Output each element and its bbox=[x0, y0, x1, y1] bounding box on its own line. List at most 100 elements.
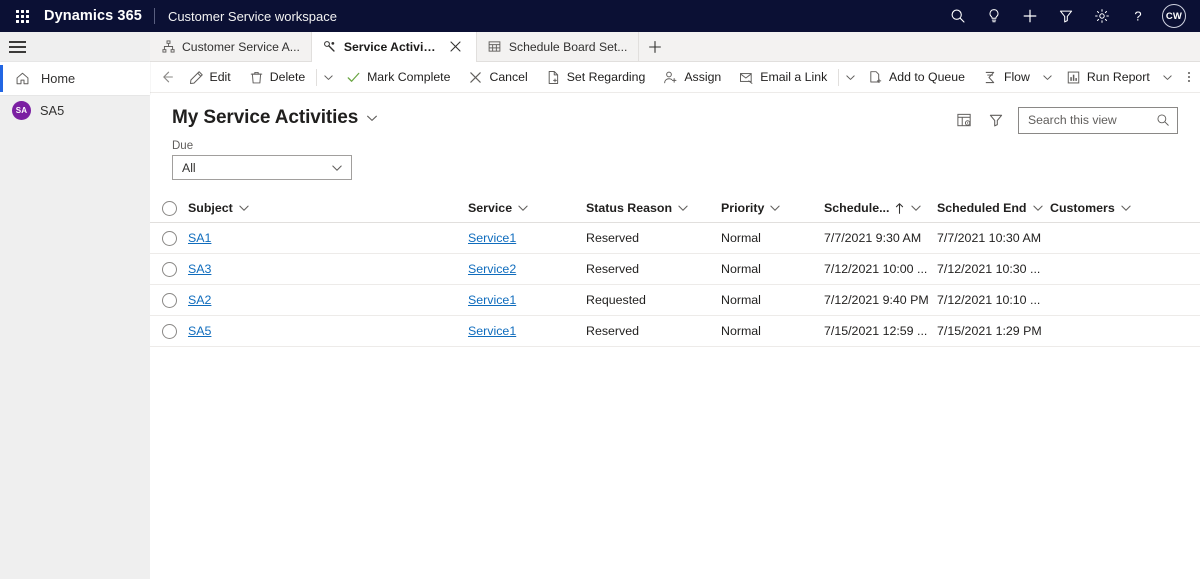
set-regarding-button[interactable]: Set Regarding bbox=[537, 62, 655, 92]
subject-link[interactable]: SA1 bbox=[188, 231, 211, 245]
column-menu-button[interactable] bbox=[1120, 202, 1132, 214]
sidebar-item-home[interactable]: Home bbox=[0, 62, 150, 95]
search-this-view[interactable] bbox=[1018, 106, 1178, 134]
waffle-icon bbox=[15, 9, 29, 23]
brand-title[interactable]: Dynamics 365 bbox=[44, 8, 154, 24]
more-commands-button[interactable] bbox=[1179, 62, 1200, 92]
delete-dropdown-button[interactable] bbox=[319, 62, 337, 92]
edit-filters-button[interactable] bbox=[980, 105, 1012, 135]
pencil-icon bbox=[189, 70, 204, 85]
assign-button[interactable]: Assign bbox=[654, 62, 730, 92]
insights-button[interactable] bbox=[976, 0, 1012, 32]
select-all-radio[interactable] bbox=[161, 200, 177, 216]
chevron-down-icon bbox=[1032, 205, 1043, 211]
sidebar-item-sa5[interactable]: SA SA5 bbox=[0, 95, 150, 126]
main-content: Edit Delete Mark Complete Cancel Set Reg… bbox=[150, 62, 1200, 579]
flow-button[interactable]: Flow bbox=[974, 62, 1039, 92]
column-header-status-reason[interactable]: Status Reason bbox=[586, 201, 721, 215]
app-body: Home SA SA5 Edit Delete Mark Complete Ca… bbox=[0, 62, 1200, 579]
column-menu-button[interactable] bbox=[238, 202, 250, 214]
row-select-radio[interactable] bbox=[161, 323, 177, 339]
sidebar-toggle-button[interactable] bbox=[0, 32, 150, 62]
column-menu-button[interactable] bbox=[910, 202, 922, 214]
table-row[interactable]: SA3 Service2 Reserved Normal 7/12/2021 1… bbox=[150, 254, 1200, 285]
row-select-radio[interactable] bbox=[161, 230, 177, 246]
row-select-cell[interactable] bbox=[150, 261, 188, 277]
command-bar: Edit Delete Mark Complete Cancel Set Reg… bbox=[150, 62, 1200, 93]
column-label: Scheduled End bbox=[937, 201, 1027, 215]
cell-priority: Normal bbox=[721, 293, 761, 307]
run-report-dropdown-button[interactable] bbox=[1159, 62, 1177, 92]
email-a-link-dropdown-button[interactable] bbox=[841, 62, 859, 92]
row-select-radio[interactable] bbox=[161, 261, 177, 277]
app-launcher-button[interactable] bbox=[0, 0, 44, 32]
subject-link[interactable]: SA5 bbox=[188, 324, 211, 338]
new-tab-button[interactable] bbox=[639, 32, 671, 61]
button-label: Flow bbox=[1003, 70, 1030, 84]
column-menu-button[interactable] bbox=[677, 202, 689, 214]
column-header-service[interactable]: Service bbox=[468, 201, 586, 215]
help-button[interactable]: ? bbox=[1120, 0, 1156, 32]
due-filter: Due All bbox=[150, 129, 1200, 180]
user-avatar[interactable]: CW bbox=[1162, 4, 1186, 28]
table-row[interactable]: SA2 Service1 Requested Normal 7/12/2021 … bbox=[150, 285, 1200, 316]
column-menu-button[interactable] bbox=[517, 202, 529, 214]
column-header-scheduled-end[interactable]: Scheduled End bbox=[937, 201, 1050, 215]
top-navigation-bar: Dynamics 365 Customer Service workspace bbox=[0, 0, 1200, 32]
hamburger-icon bbox=[9, 41, 26, 53]
cell-subject: SA5 bbox=[188, 324, 468, 338]
table-row[interactable]: SA5 Service1 Reserved Normal 7/15/2021 1… bbox=[150, 316, 1200, 347]
search-input[interactable] bbox=[1028, 113, 1156, 127]
service-link[interactable]: Service1 bbox=[468, 324, 516, 338]
button-label: Edit bbox=[209, 70, 231, 84]
due-filter-value: All bbox=[182, 160, 196, 175]
cell-scheduled-end: 7/12/2021 10:10 ... bbox=[937, 293, 1041, 307]
subject-link[interactable]: SA3 bbox=[188, 262, 211, 276]
row-select-radio[interactable] bbox=[161, 292, 177, 308]
select-all-cell[interactable] bbox=[150, 200, 188, 216]
column-header-customers[interactable]: Customers bbox=[1050, 201, 1200, 215]
column-menu-button[interactable] bbox=[1032, 202, 1044, 214]
service-link[interactable]: Service1 bbox=[468, 231, 516, 245]
edit-button[interactable]: Edit bbox=[180, 62, 240, 92]
settings-button[interactable] bbox=[1084, 0, 1120, 32]
edit-columns-button[interactable] bbox=[948, 105, 980, 135]
mark-complete-button[interactable]: Mark Complete bbox=[337, 62, 459, 92]
column-header-priority[interactable]: Priority bbox=[721, 201, 824, 215]
due-filter-select[interactable]: All bbox=[172, 155, 352, 180]
column-header-scheduled-start[interactable]: Schedule... bbox=[824, 201, 937, 215]
flow-dropdown-button[interactable] bbox=[1039, 62, 1057, 92]
service-activity-icon bbox=[323, 40, 337, 54]
add-to-queue-button[interactable]: Add to Queue bbox=[859, 62, 974, 92]
quick-create-button[interactable] bbox=[1012, 0, 1048, 32]
row-select-cell[interactable] bbox=[150, 323, 188, 339]
record-avatar: SA bbox=[12, 101, 31, 120]
tab-service-activities-my-service-activities[interactable]: Service Activities My Ser... bbox=[311, 32, 477, 62]
table-row[interactable]: SA1 Service1 Reserved Normal 7/7/2021 9:… bbox=[150, 223, 1200, 254]
search-icon bbox=[1157, 114, 1169, 126]
cell-priority: Normal bbox=[721, 262, 761, 276]
tab-label: Schedule Board Set... bbox=[508, 39, 628, 54]
flow-icon bbox=[983, 70, 998, 85]
column-header-subject[interactable]: Subject bbox=[188, 201, 468, 215]
back-button[interactable] bbox=[155, 62, 180, 92]
cancel-button[interactable]: Cancel bbox=[459, 62, 536, 92]
document-add-icon bbox=[546, 70, 561, 85]
chevron-down-icon bbox=[1163, 74, 1172, 80]
delete-button[interactable]: Delete bbox=[240, 62, 315, 92]
filter-button[interactable] bbox=[1048, 0, 1084, 32]
view-selector-button[interactable] bbox=[365, 111, 379, 125]
chevron-down-icon bbox=[518, 205, 528, 211]
service-link[interactable]: Service2 bbox=[468, 262, 516, 276]
subject-link[interactable]: SA2 bbox=[188, 293, 211, 307]
row-select-cell[interactable] bbox=[150, 292, 188, 308]
run-report-button[interactable]: Run Report bbox=[1057, 62, 1159, 92]
service-link[interactable]: Service1 bbox=[468, 293, 516, 307]
email-a-link-button[interactable]: Email a Link bbox=[730, 62, 836, 92]
column-menu-button[interactable] bbox=[769, 202, 781, 214]
search-button[interactable] bbox=[940, 0, 976, 32]
tab-close-button[interactable] bbox=[447, 38, 465, 56]
row-select-cell[interactable] bbox=[150, 230, 188, 246]
tab-customer-service-agent-dashboard[interactable]: Customer Service A... bbox=[150, 32, 312, 61]
tab-schedule-board-settings[interactable]: Schedule Board Set... bbox=[477, 32, 640, 61]
